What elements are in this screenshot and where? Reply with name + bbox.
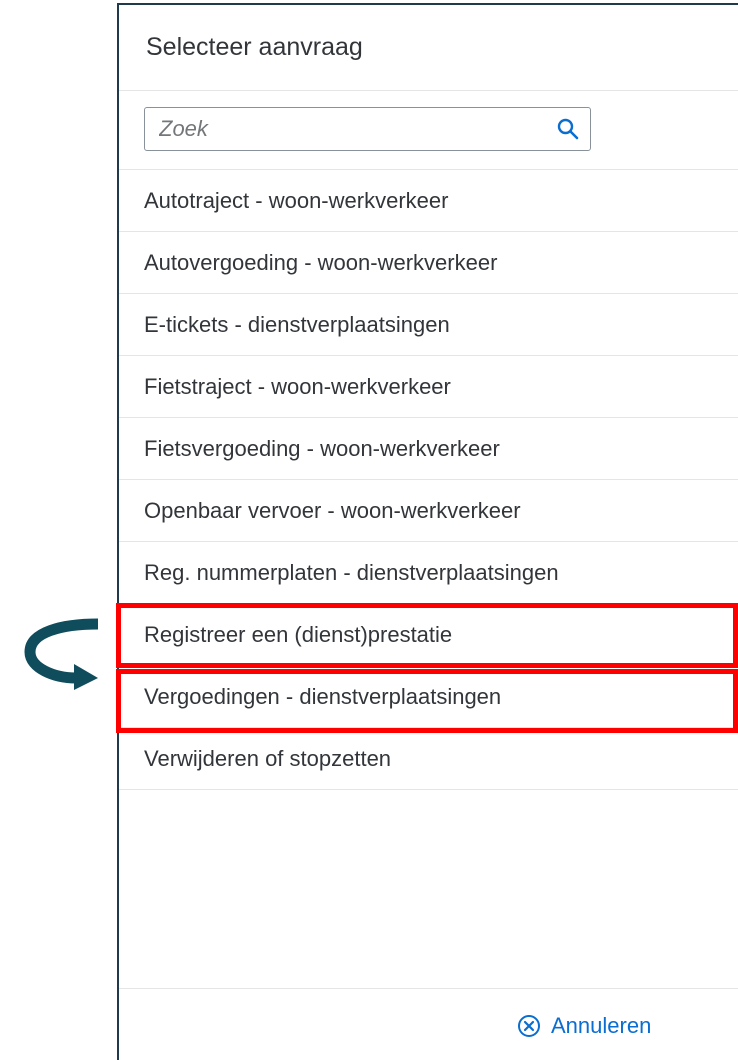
list-item[interactable]: Autovergoeding - woon-werkverkeer xyxy=(119,232,738,294)
list-item[interactable]: Verwijderen of stopzetten xyxy=(119,728,738,790)
page: Selecteer aanvraag Autotraject - woon-we… xyxy=(0,0,738,1060)
search-input[interactable] xyxy=(145,115,546,143)
cancel-label: Annuleren xyxy=(551,1013,652,1038)
list-item-label: Openbaar vervoer - woon-werkverkeer xyxy=(144,497,521,523)
list-item-label: Autotraject - woon-werkverkeer xyxy=(144,187,449,213)
list-item-label: E-tickets - dienstverplaatsingen xyxy=(144,311,450,337)
list-item-label: Verwijderen of stopzetten xyxy=(144,745,392,771)
list-item[interactable]: Registreer een (dienst)prestatie xyxy=(119,604,738,666)
list-item[interactable]: Reg. nummerplaten - dienstverplaatsingen xyxy=(119,542,738,604)
list-item-label: Registreer een (dienst)prestatie xyxy=(144,621,453,647)
dialog-title: Selecteer aanvraag xyxy=(146,33,363,61)
search-area xyxy=(119,90,738,169)
list-item[interactable]: Autotraject - woon-werkverkeer xyxy=(119,170,738,232)
cancel-button[interactable]: Annuleren xyxy=(517,1013,651,1039)
search-icon-glyph xyxy=(557,118,579,140)
list-item-label: Reg. nummerplaten - dienstverplaatsingen xyxy=(144,559,559,585)
close-circle-icon xyxy=(518,1015,540,1037)
list-item[interactable]: Fietsvergoeding - woon-werkverkeer xyxy=(119,418,738,480)
select-request-dialog: Selecteer aanvraag Autotraject - woon-we… xyxy=(117,3,738,1060)
list-item[interactable]: Vergoedingen - dienstverplaatsingen xyxy=(119,666,738,728)
list-item[interactable]: E-tickets - dienstverplaatsingen xyxy=(119,294,738,356)
list-item[interactable]: Openbaar vervoer - woon-werkverkeer xyxy=(119,480,738,542)
curved-arrow-icon xyxy=(24,618,99,690)
search-field[interactable] xyxy=(144,107,591,151)
search-icon[interactable] xyxy=(546,108,590,150)
dialog-header: Selecteer aanvraag xyxy=(119,5,738,90)
list-item-label: Fietsvergoeding - woon-werkverkeer xyxy=(144,435,500,461)
list-item-label: Vergoedingen - dienstverplaatsingen xyxy=(144,683,502,709)
request-list: Autotraject - woon-werkverkeer Autovergo… xyxy=(119,169,738,790)
dialog-footer: Annuleren xyxy=(119,988,738,1060)
list-item[interactable]: Fietstraject - woon-werkverkeer xyxy=(119,356,738,418)
list-item-label: Autovergoeding - woon-werkverkeer xyxy=(144,249,498,275)
list-item-label: Fietstraject - woon-werkverkeer xyxy=(144,373,451,399)
